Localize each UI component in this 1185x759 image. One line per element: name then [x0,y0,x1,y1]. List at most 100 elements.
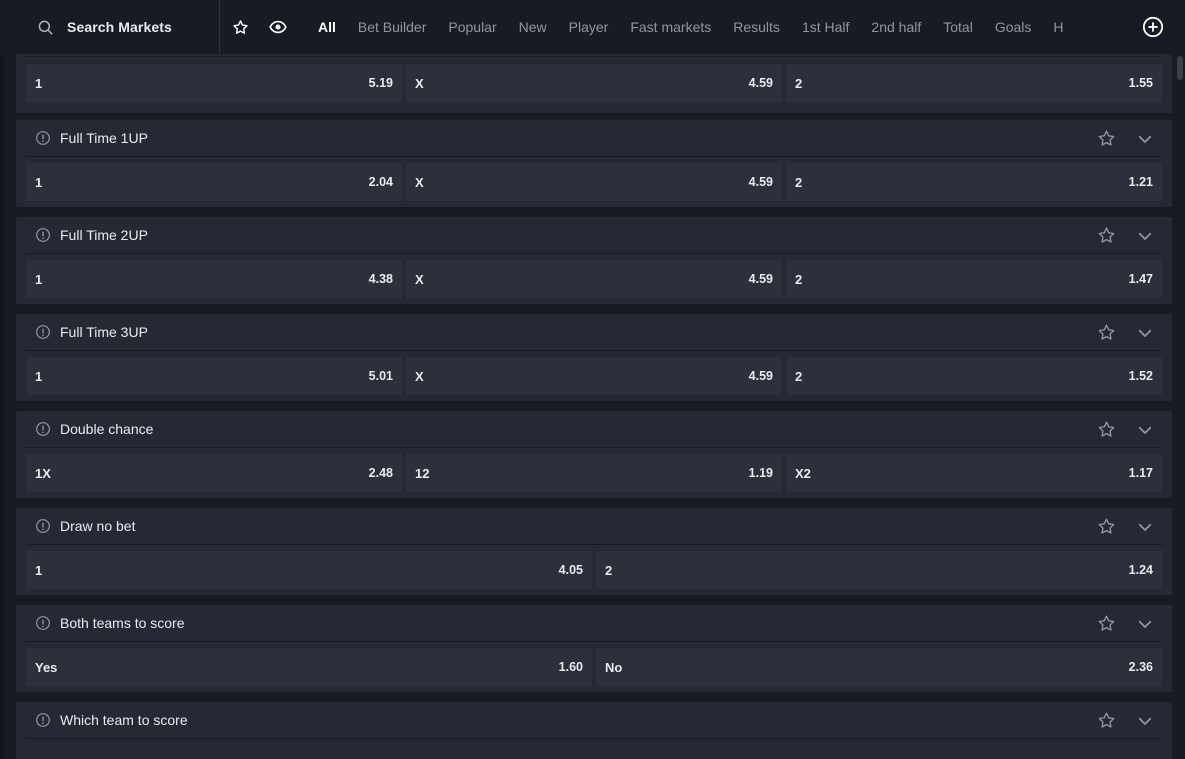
odds-button[interactable]: X 4.59 [406,260,782,298]
market-card: Double chance 1X 2.48 12 1.19 X2 1.17 [16,411,1172,498]
tab-results[interactable]: Results [733,19,780,35]
odds-value: 1.17 [1128,466,1153,480]
tab-1st-half[interactable]: 1st Half [802,19,849,35]
outcome-label: 1 [35,174,43,190]
left-edge [0,54,4,759]
info-icon[interactable] [35,712,51,728]
odds-button[interactable]: Yes 1.60 [26,648,592,686]
outcome-label: X [415,368,424,384]
favourites-filter-button[interactable] [222,0,258,54]
market-header[interactable]: Full Time 3UP [26,314,1162,351]
odds-button[interactable]: 1 5.19 [26,64,402,102]
scrollbar-thumb[interactable] [1177,56,1183,80]
info-icon[interactable] [35,324,51,340]
tab-player[interactable]: Player [569,19,609,35]
market-header[interactable]: Which team to score [26,702,1162,739]
odds-button[interactable]: 2 1.21 [786,163,1162,201]
chevron-down-icon[interactable] [1136,324,1154,347]
odds-value: 4.59 [748,369,773,383]
odds-button[interactable]: 2 1.47 [786,260,1162,298]
odds-button[interactable]: 1 4.38 [26,260,402,298]
tab-goals[interactable]: Goals [995,19,1032,35]
odds-value: 1.21 [1128,175,1153,189]
market-header[interactable]: Double chance [26,411,1162,448]
star-outline-icon[interactable] [1097,226,1116,250]
market-title: Both teams to score [60,615,185,631]
market-header[interactable]: Full Time 1UP [26,120,1162,157]
tab-h[interactable]: H [1053,19,1063,35]
odds-value: 5.01 [368,369,393,383]
odds-button[interactable]: 1 2.04 [26,163,402,201]
star-outline-icon[interactable] [1097,420,1116,444]
info-icon[interactable] [35,518,51,534]
market-outcomes: 1 5.01 X 4.59 2 1.52 [16,351,1172,401]
tab-fast-markets[interactable]: Fast markets [630,19,711,35]
info-icon[interactable] [35,421,51,437]
odds-button[interactable]: 1 4.05 [26,551,592,589]
odds-value: 1.47 [1128,272,1153,286]
outcome-label: No [605,659,623,675]
market-header[interactable]: Full Time 2UP [26,217,1162,254]
info-icon[interactable] [35,615,51,631]
market-title: Full Time 1UP [60,130,148,146]
outcome-label: 1X [35,465,51,481]
market-title: Which team to score [60,712,188,728]
odds-button[interactable]: 2 1.24 [596,551,1162,589]
star-outline-icon[interactable] [1097,323,1116,347]
star-outline-icon[interactable] [1097,711,1116,735]
odds-value: 4.59 [748,175,773,189]
market-header[interactable]: Both teams to score [26,605,1162,642]
star-outline-icon[interactable] [1097,129,1116,153]
odds-button[interactable]: 2 1.52 [786,357,1162,395]
chevron-down-icon[interactable] [1136,518,1154,541]
odds-button[interactable]: 1 5.01 [26,357,402,395]
outcome-label: 2 [795,174,803,190]
market-outcomes: 1 2.04 X 4.59 2 1.21 [16,157,1172,207]
market-outcomes: Yes 1.60 No 2.36 [16,642,1172,692]
tab-all[interactable]: All [318,19,336,35]
watch-toggle-button[interactable] [260,0,296,54]
odds-button[interactable]: 1X 2.48 [26,454,402,492]
chevron-down-icon[interactable] [1136,130,1154,153]
odds-button[interactable]: X 4.59 [406,163,782,201]
scrollbar-track[interactable] [1175,54,1185,759]
market-title: Draw no bet [60,518,136,534]
odds-button[interactable]: 2 1.55 [786,64,1162,102]
star-outline-icon[interactable] [1097,517,1116,541]
tab-total[interactable]: Total [943,19,973,35]
chevron-down-icon[interactable] [1136,615,1154,638]
outcome-label: 2 [605,562,613,578]
odds-button[interactable]: X 4.59 [406,64,782,102]
tab-2nd-half[interactable]: 2nd half [871,19,921,35]
market-card: Which team to score [16,702,1172,759]
odds-button[interactable]: X2 1.17 [786,454,1162,492]
tab-bet-builder[interactable]: Bet Builder [358,19,426,35]
odds-value: 4.05 [558,563,583,577]
star-outline-icon[interactable] [1097,614,1116,638]
odds-button[interactable]: 12 1.19 [406,454,782,492]
odds-value: 5.19 [368,76,393,90]
odds-button[interactable]: X 4.59 [406,357,782,395]
add-market-button[interactable] [1141,15,1165,39]
market-header[interactable]: Draw no bet [26,508,1162,545]
search-markets-button[interactable]: Search Markets [0,0,220,54]
tab-new[interactable]: New [519,19,547,35]
market-title: Full Time 3UP [60,324,148,340]
market-outcomes: 1 4.05 2 1.24 [16,545,1172,595]
market-card: Both teams to score Yes 1.60 No 2.36 [16,605,1172,692]
market-title: Double chance [60,421,154,437]
chevron-down-icon[interactable] [1136,227,1154,250]
market-card: Full Time 2UP 1 4.38 X 4.59 2 1.47 [16,217,1172,304]
market-card: Full Time 3UP 1 5.01 X 4.59 2 1.52 [16,314,1172,401]
tab-popular[interactable]: Popular [448,19,496,35]
odds-value: 1.52 [1128,369,1153,383]
odds-value: 4.59 [748,76,773,90]
chevron-down-icon[interactable] [1136,421,1154,444]
market-partial: 1 5.19 X 4.59 2 1.55 [16,54,1172,113]
info-icon[interactable] [35,227,51,243]
odds-value: 1.19 [748,466,773,480]
odds-button[interactable]: No 2.36 [596,648,1162,686]
chevron-down-icon[interactable] [1136,712,1154,735]
odds-value: 2.48 [368,466,393,480]
info-icon[interactable] [35,130,51,146]
